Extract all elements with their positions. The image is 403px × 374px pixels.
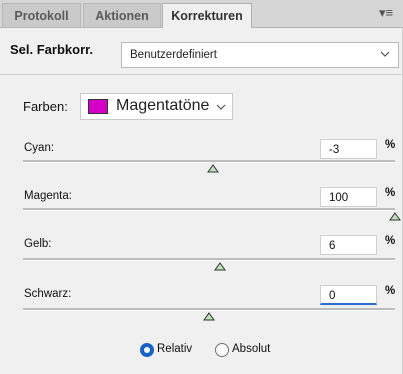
farben-dropdown[interactable]: Magentatöne	[80, 93, 233, 120]
cyan-label: Cyan:	[24, 142, 55, 154]
relativ-label[interactable]: Relativ	[157, 343, 192, 355]
cyan-slider-track[interactable]	[23, 160, 395, 163]
absolut-radio[interactable]	[215, 343, 229, 357]
schwarz-slider-track[interactable]	[23, 308, 395, 311]
tab-bar: Protokoll Aktionen Korrekturen ▾≡	[0, 0, 403, 28]
absolut-label[interactable]: Absolut	[232, 343, 270, 355]
magenta-label: Magenta:	[24, 190, 72, 202]
gelb-input[interactable]: 6	[320, 235, 377, 255]
relativ-radio[interactable]	[140, 343, 154, 357]
gelb-label: Gelb:	[24, 238, 52, 250]
farben-label: Farben:	[23, 99, 68, 114]
magenta-value: 100	[329, 192, 349, 204]
cyan-value: -3	[329, 144, 340, 156]
cyan-unit: %	[385, 139, 396, 151]
schwarz-input[interactable]: 0	[320, 285, 377, 305]
gelb-unit: %	[385, 235, 396, 247]
magenta-slider-thumb[interactable]	[389, 212, 401, 221]
schwarz-label: Schwarz:	[24, 288, 72, 300]
adjustment-title: Sel. Farbkorr.	[10, 42, 94, 57]
chevron-down-icon	[380, 51, 390, 57]
schwarz-slider-thumb[interactable]	[203, 312, 215, 321]
tab-aktionen[interactable]: Aktionen	[83, 3, 161, 27]
chevron-down-icon	[216, 104, 226, 110]
magenta-unit: %	[385, 187, 396, 199]
magenta-slider-track[interactable]	[23, 208, 395, 211]
cyan-slider-thumb[interactable]	[206, 164, 219, 173]
cyan-input[interactable]: -3	[320, 139, 377, 159]
panel-menu-icon[interactable]: ▾≡	[377, 5, 395, 21]
preset-dropdown[interactable]: Benutzerdefiniert	[121, 42, 399, 68]
gelb-value: 6	[329, 240, 336, 252]
tab-protokoll[interactable]: Protokoll	[2, 3, 81, 27]
preset-value: Benutzerdefiniert	[130, 49, 217, 61]
color-swatch	[88, 99, 108, 114]
corrections-panel: Protokoll Aktionen Korrekturen ▾≡ Sel. F…	[0, 0, 403, 374]
divider	[0, 74, 403, 75]
gelb-slider-thumb[interactable]	[214, 262, 227, 271]
tab-korrekturen[interactable]: Korrekturen	[162, 3, 252, 28]
gelb-slider-track[interactable]	[23, 258, 395, 261]
farben-value: Magentatöne	[116, 97, 210, 114]
magenta-input[interactable]: 100	[320, 187, 377, 207]
schwarz-value: 0	[329, 290, 336, 302]
schwarz-unit: %	[385, 285, 396, 297]
